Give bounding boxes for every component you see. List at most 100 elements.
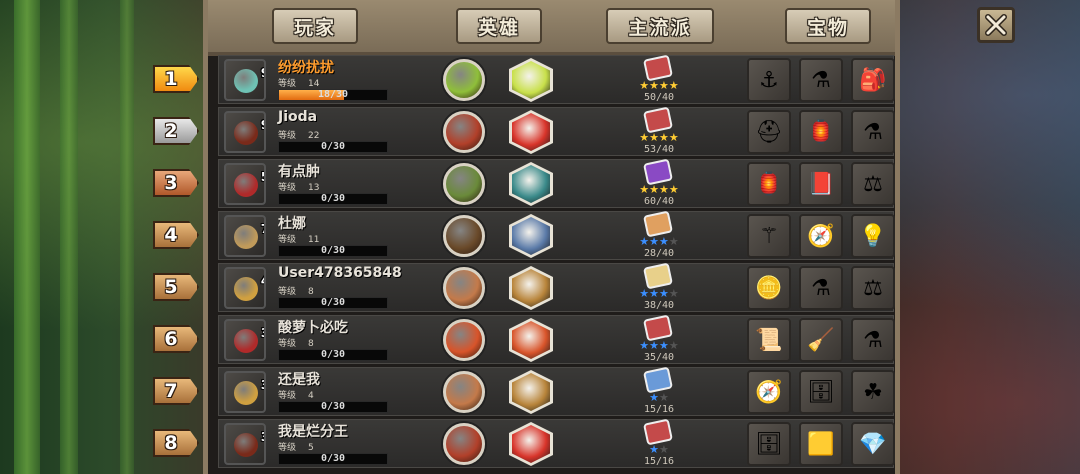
treasure-item[interactable]: ⚖ xyxy=(851,266,895,310)
player-row[interactable]: 5 有点肿 等级13 0/30 ★★★★ 60/40 🏮 📕 ⚖ xyxy=(218,158,895,209)
player-level: 等级 13 xyxy=(278,180,319,193)
tab-heroes[interactable]: 英雄 xyxy=(456,8,542,44)
treasure-item[interactable]: 💡 xyxy=(851,214,895,258)
star-empty-icon: ★ xyxy=(668,339,679,352)
main-faction[interactable]: ★★★★ 53/40 xyxy=(629,106,689,157)
hero-build-icon[interactable] xyxy=(443,267,485,309)
player-level: 等级 11 xyxy=(278,232,319,245)
treasure-item[interactable]: ⚗ xyxy=(851,318,895,362)
hero-build-icon[interactable] xyxy=(443,371,485,413)
hero-level-badge: 3 xyxy=(256,323,264,343)
player-avatar[interactable]: 3 xyxy=(224,423,266,465)
hero-build-icon[interactable] xyxy=(443,59,485,101)
talent-icon[interactable] xyxy=(509,370,553,414)
treasure-item[interactable]: ⛑ xyxy=(747,110,791,154)
compass-icon: 🧭 xyxy=(755,379,783,405)
player-avatar[interactable]: 9 xyxy=(224,59,266,101)
hero-build-icon[interactable] xyxy=(443,215,485,257)
level-value: 11 xyxy=(308,235,320,245)
treasure-item[interactable]: ⚗ xyxy=(851,110,895,154)
player-avatar[interactable]: 3 xyxy=(224,371,266,413)
faction-card-icon xyxy=(642,262,674,290)
potion-icon: ⚗ xyxy=(811,275,831,301)
treasure-item[interactable]: 🪙 xyxy=(747,266,791,310)
player-row[interactable]: 3 酸萝卜必吃 等级8 0/30 ★★★★ 35/40 📜 🧹 ⚗ xyxy=(218,314,895,365)
hero-build-icon[interactable] xyxy=(443,111,485,153)
player-row[interactable]: 9 纷纷扰扰 等级14 18/30 ★★★★ 50/40 ⚓ ⚗ 🎒 xyxy=(218,54,895,105)
treasure-item[interactable]: 🗄 xyxy=(747,422,791,466)
star-empty-icon: ★ xyxy=(659,443,669,456)
xp-text: 0/30 xyxy=(320,297,346,308)
star-gold-icon: ★ xyxy=(649,79,659,92)
main-faction[interactable]: ★★★★ 50/40 xyxy=(629,54,689,105)
player-avatar[interactable]: 5 xyxy=(224,163,266,205)
treasure-item[interactable]: 🧭 xyxy=(747,370,791,414)
tab-treasures[interactable]: 宝物 xyxy=(785,8,871,44)
player-row[interactable]: 3 还是我 等级 4 0/30 ★★ 15/16 🧭 🗄 ☘ xyxy=(218,366,895,417)
main-faction[interactable]: ★★ 15/16 xyxy=(629,418,689,469)
treasure-item[interactable]: ⚗ xyxy=(799,266,843,310)
player-row[interactable]: 7 杜娜 等级11 0/30 ★★★★ 28/40 ⚚ 🧭 💡 xyxy=(218,210,895,261)
treasure-item[interactable]: 📕 xyxy=(799,162,843,206)
level-label: 等级 xyxy=(278,339,297,349)
treasure-item[interactable]: 🧹 xyxy=(799,318,843,362)
treasure-item[interactable]: 💎 xyxy=(851,422,895,466)
talent-icon[interactable] xyxy=(509,318,553,362)
treasure-item[interactable]: 🏮 xyxy=(747,162,791,206)
main-faction[interactable]: ★★★★ 60/40 xyxy=(629,158,689,209)
talent-icon[interactable] xyxy=(509,214,553,258)
faction-card-icon xyxy=(642,314,674,342)
bag-icon: 🎒 xyxy=(859,67,887,93)
player-name: 纷纷扰扰 xyxy=(278,60,334,76)
treasure-item[interactable]: 📜 xyxy=(747,318,791,362)
star-empty-icon: ★ xyxy=(668,287,679,300)
main-faction[interactable]: ★★★★ 28/40 xyxy=(629,210,689,261)
main-faction[interactable]: ★★ 15/16 xyxy=(629,366,689,417)
player-avatar[interactable]: 9 xyxy=(224,111,266,153)
star-blue-icon: ★ xyxy=(649,391,659,404)
player-level: 等级 22 xyxy=(278,128,319,141)
treasure-item[interactable]: ⚖ xyxy=(851,162,895,206)
tab-players[interactable]: 玩家 xyxy=(272,8,358,44)
treasure-item[interactable]: ⚚ xyxy=(747,214,791,258)
hero-build-icon[interactable] xyxy=(443,423,485,465)
xp-text: 0/30 xyxy=(320,453,346,464)
talent-icon[interactable] xyxy=(509,162,553,206)
faction-count: 28/40 xyxy=(643,248,675,259)
tab-main-faction[interactable]: 主流派 xyxy=(606,8,714,44)
talent-icon[interactable] xyxy=(509,422,553,466)
player-row[interactable]: 9 Jioda 等级22 0/30 ★★★★ 53/40 ⛑ 🏮 ⚗ xyxy=(218,106,895,157)
talent-icon[interactable] xyxy=(509,266,553,310)
faction-count: 15/16 xyxy=(643,456,675,467)
player-avatar[interactable]: 4 xyxy=(224,267,266,309)
broom-icon: 🧹 xyxy=(807,327,835,353)
main-faction[interactable]: ★★★★ 38/40 xyxy=(629,262,689,313)
hero-build-icon[interactable] xyxy=(443,163,485,205)
faction-stars: ★★★★ xyxy=(629,236,689,247)
treasure-item[interactable]: 🏮 xyxy=(799,110,843,154)
player-name: 我是烂分王 xyxy=(278,424,348,440)
rank-number: 4 xyxy=(164,224,178,246)
player-row[interactable]: 4 User478365848 等级8 0/30 ★★★★ 38/40 🪙 ⚗ … xyxy=(218,262,895,313)
coin-icon: 🪙 xyxy=(755,275,783,301)
player-avatar[interactable]: 3 xyxy=(224,319,266,361)
treasure-item[interactable]: ⚓ xyxy=(747,58,791,102)
treasure-item[interactable]: 🧭 xyxy=(799,214,843,258)
faction-stars: ★★★★ xyxy=(629,132,689,143)
treasure-item[interactable]: 🟨 xyxy=(799,422,843,466)
treasure-item[interactable]: 🎒 xyxy=(851,58,895,102)
player-avatar[interactable]: 7 xyxy=(224,215,266,257)
hero-build-icon[interactable] xyxy=(443,319,485,361)
player-row[interactable]: 3 我是烂分王 等级 5 0/30 ★★ 15/16 🗄 🟨 💎 xyxy=(218,418,895,469)
treasure-item[interactable]: ⚗ xyxy=(799,58,843,102)
xp-text: 0/30 xyxy=(320,349,346,360)
talent-icon[interactable] xyxy=(509,110,553,154)
book-icon: 📕 xyxy=(807,171,835,197)
treasure-item[interactable]: 🗄 xyxy=(799,370,843,414)
player-name: 酸萝卜必吃 xyxy=(278,320,348,336)
close-icon xyxy=(985,14,1007,36)
treasure-item[interactable]: ☘ xyxy=(851,370,895,414)
close-button[interactable] xyxy=(977,7,1015,43)
main-faction[interactable]: ★★★★ 35/40 xyxy=(629,314,689,365)
talent-icon[interactable] xyxy=(509,58,553,102)
